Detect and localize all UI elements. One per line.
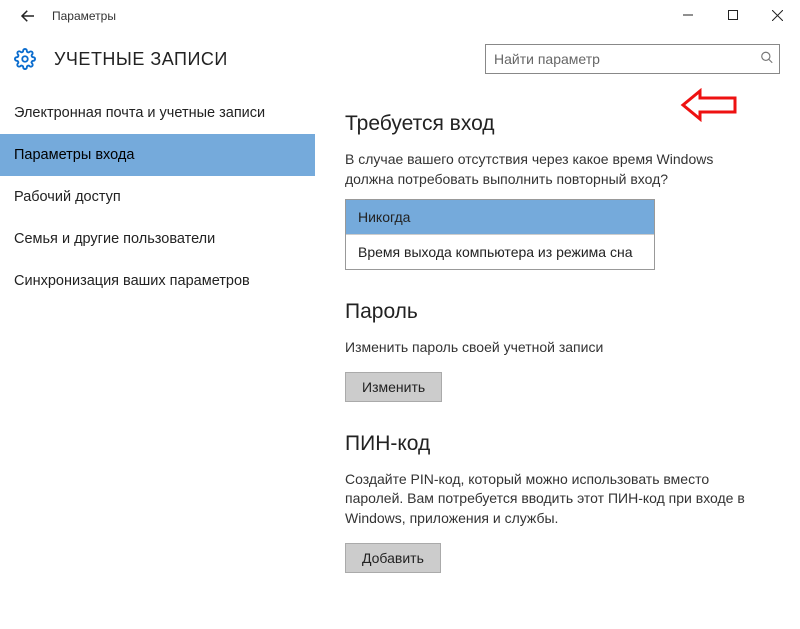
close-button[interactable] — [755, 0, 800, 30]
page-title: УЧЕТНЫЕ ЗАПИСИ — [54, 49, 228, 70]
dropdown-option-label: Никогда — [358, 209, 410, 225]
sidebar-item-work-access[interactable]: Рабочий доступ — [0, 176, 315, 218]
gear-icon — [14, 48, 36, 70]
dropdown-option-sleep[interactable]: Время выхода компьютера из режима сна — [346, 235, 654, 269]
pin-heading: ПИН-код — [345, 432, 770, 456]
header: УЧЕТНЫЕ ЗАПИСИ — [0, 32, 800, 92]
sidebar-item-email-accounts[interactable]: Электронная почта и учетные записи — [0, 92, 315, 134]
sidebar-item-label: Семья и другие пользователи — [14, 231, 215, 247]
dropdown-option-never[interactable]: Никогда — [346, 200, 654, 235]
sidebar-item-label: Рабочий доступ — [14, 189, 121, 205]
sidebar-item-signin-options[interactable]: Параметры входа — [0, 134, 315, 176]
search-container — [485, 44, 780, 74]
signin-required-section: Требуется вход В случае вашего отсутстви… — [345, 112, 770, 270]
window-title: Параметры — [48, 9, 116, 23]
add-pin-button[interactable]: Добавить — [345, 543, 441, 573]
minimize-button[interactable] — [665, 0, 710, 30]
password-section: Пароль Изменить пароль своей учетной зап… — [345, 300, 770, 402]
sidebar-item-label: Параметры входа — [14, 147, 134, 163]
window-controls — [665, 0, 800, 30]
dropdown-option-label: Время выхода компьютера из режима сна — [358, 244, 632, 260]
pin-description: Создайте PIN-код, который можно использо… — [345, 470, 745, 529]
sidebar-item-family-users[interactable]: Семья и другие пользователи — [0, 218, 315, 260]
maximize-button[interactable] — [710, 0, 755, 30]
signin-required-dropdown[interactable]: Никогда Время выхода компьютера из режим… — [345, 199, 655, 270]
button-label: Изменить — [362, 379, 425, 395]
sidebar-item-label: Электронная почта и учетные записи — [14, 105, 265, 121]
change-password-button[interactable]: Изменить — [345, 372, 442, 402]
back-button[interactable] — [8, 0, 48, 32]
password-description: Изменить пароль своей учетной записи — [345, 338, 745, 358]
search-input[interactable] — [485, 44, 780, 74]
content-area: Требуется вход В случае вашего отсутстви… — [315, 92, 800, 629]
sidebar-item-label: Синхронизация ваших параметров — [14, 273, 250, 289]
password-heading: Пароль — [345, 300, 770, 324]
sidebar-item-sync-settings[interactable]: Синхронизация ваших параметров — [0, 260, 315, 302]
annotation-arrow-icon — [680, 88, 740, 125]
sidebar: Электронная почта и учетные записи Парам… — [0, 92, 315, 629]
search-icon — [760, 51, 774, 68]
signin-required-description: В случае вашего отсутствия через какое в… — [345, 150, 745, 189]
button-label: Добавить — [362, 550, 424, 566]
pin-section: ПИН-код Создайте PIN-код, который можно … — [345, 432, 770, 573]
